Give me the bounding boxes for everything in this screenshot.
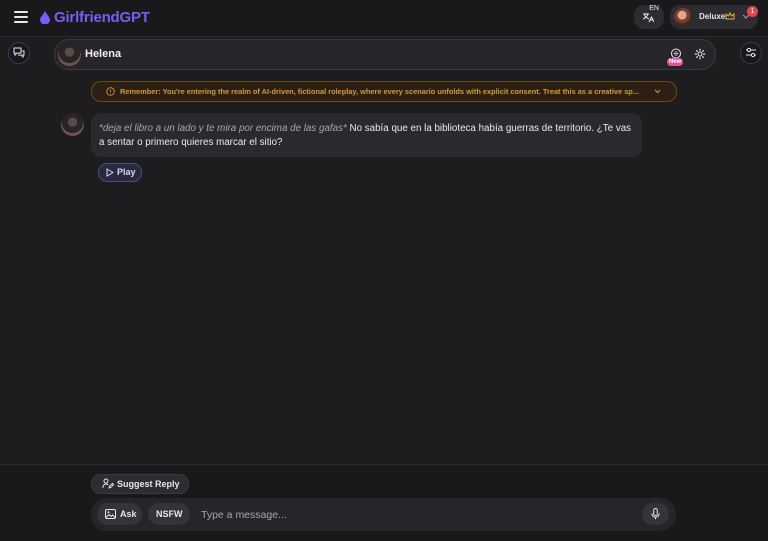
message-composer: Ask NSFW — [91, 498, 676, 531]
play-icon — [106, 168, 114, 177]
chat-bubbles-icon — [13, 47, 25, 58]
image-icon — [105, 509, 116, 519]
chevron-down-icon[interactable] — [654, 89, 661, 94]
suggest-reply-label: Suggest Reply — [117, 479, 180, 489]
flame-icon — [40, 11, 50, 24]
message-avatar[interactable] — [61, 113, 84, 136]
new-badge: New — [667, 58, 684, 66]
user-menu-button[interactable]: Deluxe — [670, 5, 758, 29]
ask-label: Ask — [120, 509, 137, 519]
brand-name: GirlfriendGPT — [54, 9, 150, 26]
character-avatar[interactable] — [58, 43, 81, 66]
sliders-icon — [746, 47, 756, 58]
chat-header: Helena New — [54, 39, 716, 70]
voice-input-button[interactable] — [642, 503, 669, 525]
microphone-icon — [651, 508, 660, 520]
crown-icon — [725, 12, 735, 20]
nsfw-toggle[interactable]: NSFW — [148, 503, 190, 525]
hamburger-icon[interactable] — [14, 11, 28, 23]
translate-icon — [642, 13, 654, 23]
message-bubble: *deja el libro a un lado y te mira por e… — [91, 113, 642, 157]
plan-label: Deluxe — [699, 12, 726, 21]
brand-logo[interactable]: GirlfriendGPT — [40, 9, 150, 26]
notification-badge[interactable]: 1 — [747, 6, 758, 17]
play-label: Play — [117, 167, 136, 177]
chat-settings-toggle[interactable] — [740, 42, 762, 64]
suggest-reply-button[interactable]: Suggest Reply — [91, 474, 189, 494]
message-text: *deja el libro a un lado y te mira por e… — [99, 122, 635, 150]
message-action: *deja el libro a un lado y te mira por e… — [99, 123, 347, 134]
user-avatar — [674, 8, 692, 26]
language-button[interactable]: EN — [634, 5, 664, 29]
play-button[interactable]: Play — [98, 163, 142, 182]
top-bar: GirlfriendGPT EN Deluxe 1 — [0, 0, 768, 37]
character-name[interactable]: Helena — [85, 48, 121, 60]
ask-image-button[interactable]: Ask — [97, 503, 142, 525]
nsfw-label: NSFW — [156, 509, 183, 519]
message-input[interactable] — [199, 504, 633, 526]
roleplay-notice[interactable]: Remember: You're entering the realm of A… — [91, 81, 677, 102]
chats-list-button[interactable] — [8, 42, 30, 64]
notice-text: Remember: You're entering the realm of A… — [120, 87, 639, 96]
user-edit-icon — [102, 478, 114, 489]
gear-icon[interactable] — [694, 48, 706, 60]
language-code: EN — [649, 5, 659, 12]
info-icon — [106, 87, 115, 96]
